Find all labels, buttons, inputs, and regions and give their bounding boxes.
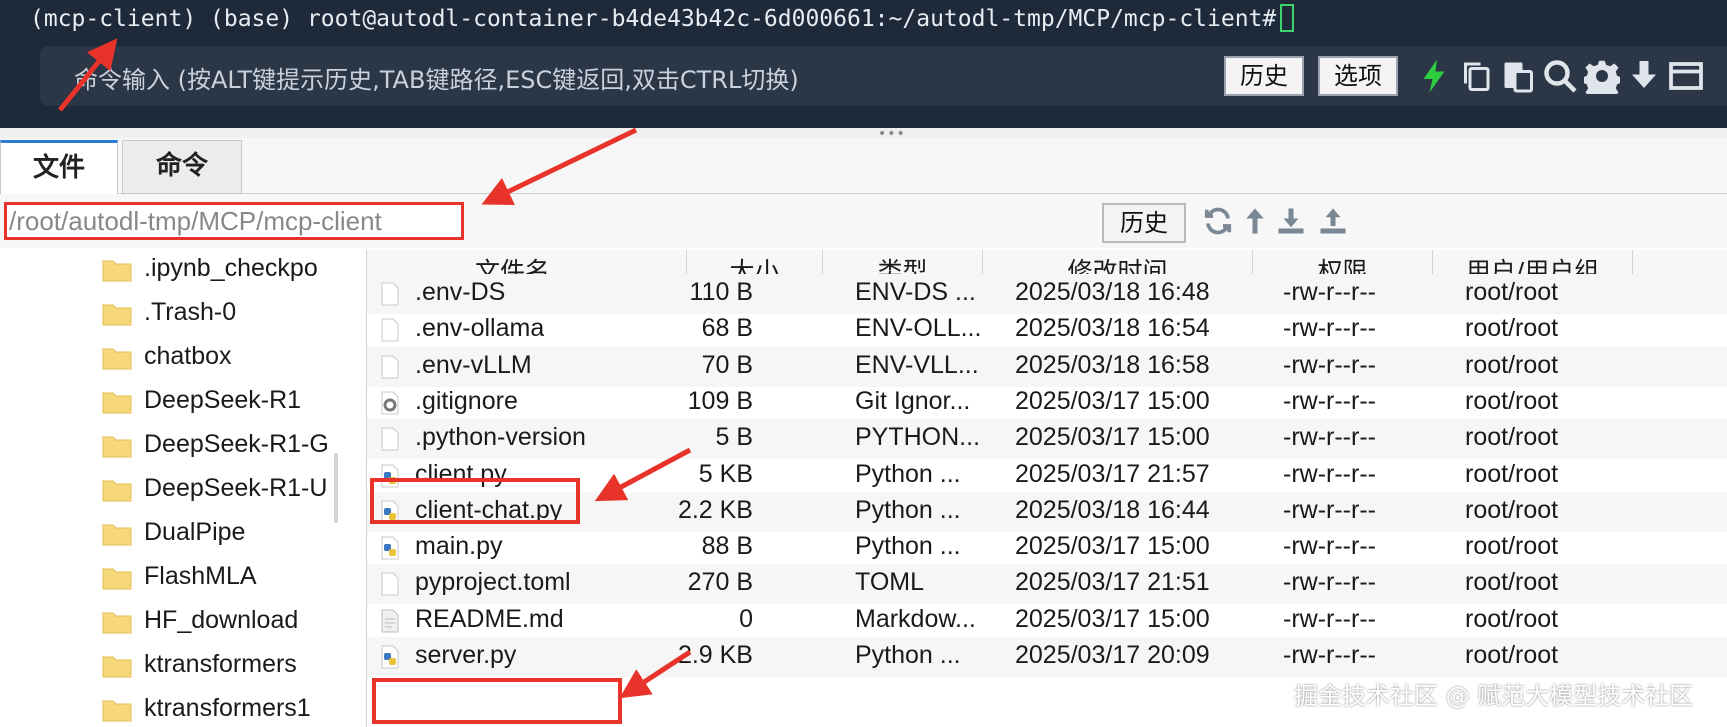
arrow-to-path [481,127,638,205]
arrow-to-server [619,649,692,699]
watermark: 掘金技术社区 @ 赋范大模型技术社区 [1294,682,1694,710]
arrow-to-client [594,447,692,502]
arrow-to-prompt [58,38,118,112]
annotation-arrows [58,38,692,699]
